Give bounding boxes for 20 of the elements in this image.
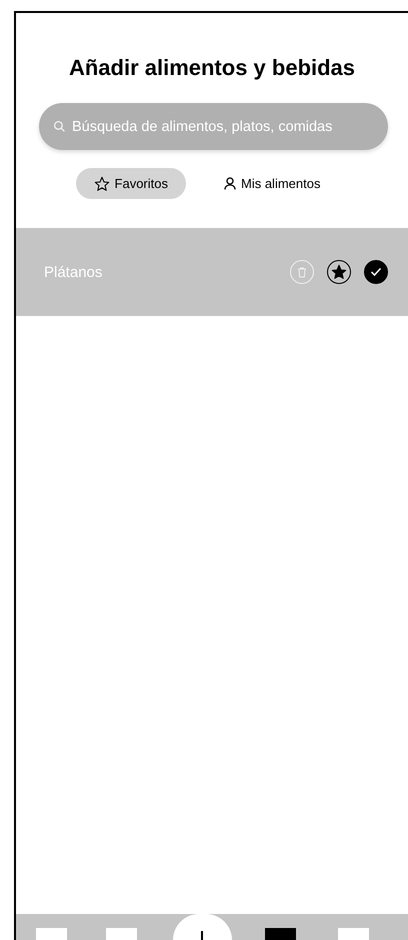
page-title: Añadir alimentos y bebidas bbox=[68, 55, 356, 81]
filter-tab[interactable]: Favoritos bbox=[76, 168, 186, 199]
delete-button[interactable] bbox=[290, 260, 314, 284]
star-icon bbox=[94, 176, 110, 192]
favorite-button[interactable] bbox=[327, 260, 351, 284]
star-icon bbox=[331, 264, 347, 280]
search-icon bbox=[53, 120, 66, 133]
check-button[interactable] bbox=[364, 260, 388, 284]
filter-tab[interactable]: Mis alimentos bbox=[206, 168, 338, 199]
food-name: Plátanos bbox=[44, 264, 104, 280]
nav-item[interactable] bbox=[338, 928, 369, 940]
nav-item[interactable] bbox=[265, 928, 296, 940]
search-bar[interactable]: Búsqueda de alimentos, platos, comidas bbox=[39, 103, 388, 150]
nav-item[interactable] bbox=[106, 928, 137, 940]
search-field[interactable]: Búsqueda de alimentos, platos, comidas bbox=[72, 118, 374, 134]
nav-item[interactable] bbox=[36, 928, 67, 940]
check-icon bbox=[370, 267, 382, 277]
person-icon bbox=[224, 177, 236, 190]
trash-icon bbox=[297, 266, 307, 278]
plus-icon bbox=[200, 931, 204, 940]
